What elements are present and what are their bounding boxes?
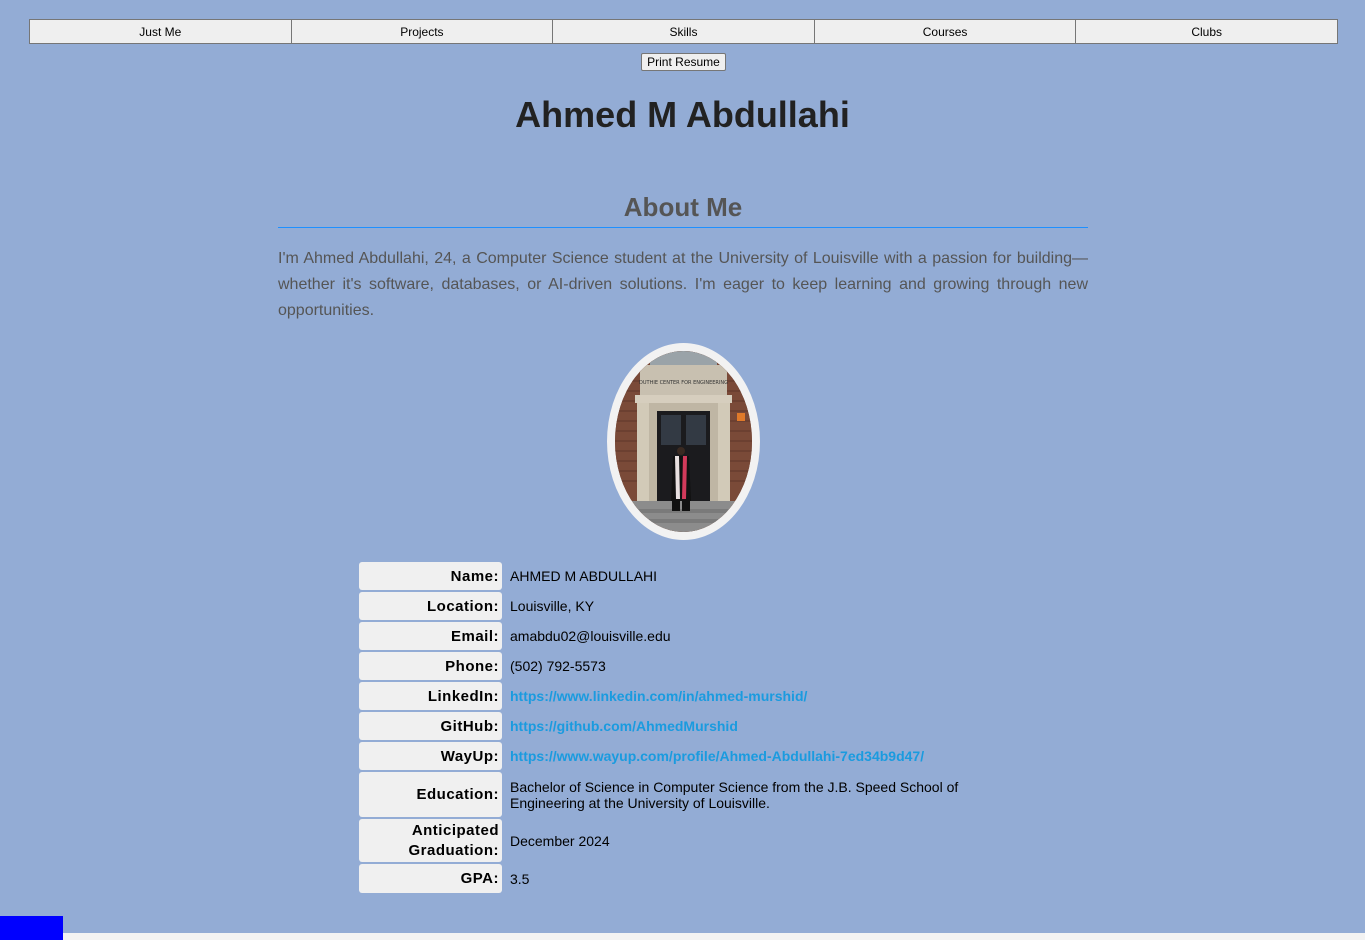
nav-button-projects[interactable]: Projects [291, 19, 554, 44]
info-label: LinkedIn: [359, 682, 502, 710]
profile-info-table: Name: AHMED M ABDULLAHI Location: Louisv… [359, 562, 999, 895]
info-value: Louisville, KY [510, 598, 595, 614]
info-row-location: Location: Louisville, KY [359, 592, 999, 620]
bottom-bar [63, 933, 1365, 940]
info-value: 3.5 [510, 870, 530, 887]
info-label: Phone: [359, 652, 502, 680]
info-row-gpa: GPA: 3.5 [359, 864, 999, 893]
wayup-link[interactable]: https://www.wayup.com/profile/Ahmed-Abdu… [510, 748, 924, 764]
corner-block [0, 916, 63, 940]
info-label: GitHub: [359, 712, 502, 740]
profile-photo: DUTHIE CENTER FOR ENGINEERING [607, 343, 760, 540]
nav-button-skills[interactable]: Skills [553, 19, 815, 44]
info-label: GPA: [359, 864, 502, 893]
info-value: AHMED M ABDULLAHI [510, 568, 658, 584]
info-row-linkedin: LinkedIn: https://www.linkedin.com/in/ah… [359, 682, 999, 710]
info-label-line: Graduation: [408, 841, 499, 859]
nav-button-just-me[interactable]: Just Me [29, 19, 292, 44]
info-row-github: GitHub: https://github.com/AhmedMurshid [359, 712, 999, 740]
info-row-email: Email: amabdu02@louisville.edu [359, 622, 999, 650]
info-label: Education: [359, 772, 502, 817]
about-paragraph: I'm Ahmed Abdullahi, 24, a Computer Scie… [278, 250, 1088, 319]
info-value: https://www.linkedin.com/in/ahmed-murshi… [510, 682, 999, 710]
page-title: Ahmed M Abdullahi [515, 94, 850, 135]
info-label: Email: [359, 622, 502, 650]
info-value: https://www.wayup.com/profile/Ahmed-Abdu… [510, 742, 999, 770]
top-nav: Just Me Projects Skills Courses Clubs [29, 19, 1338, 44]
info-value: December 2024 [510, 832, 610, 849]
nav-button-clubs[interactable]: Clubs [1076, 19, 1338, 44]
info-label: WayUp: [359, 742, 502, 770]
info-row-phone: Phone: (502) 792-5573 [359, 652, 999, 680]
info-row-name: Name: AHMED M ABDULLAHI [359, 562, 999, 590]
building-sign-text: DUTHIE CENTER FOR ENGINEERING [639, 380, 728, 386]
info-value: https://github.com/AhmedMurshid [510, 712, 999, 740]
info-label-line: Anticipated [411, 821, 499, 839]
info-row-graduation: Anticipated Graduation: December 2024 [359, 819, 999, 862]
info-value: (502) 792-5573 [510, 658, 606, 674]
github-link[interactable]: https://github.com/AhmedMurshid [510, 718, 738, 734]
about-heading: About Me [278, 192, 1088, 228]
nav-button-courses[interactable]: Courses [814, 19, 1077, 44]
linkedin-link[interactable]: https://www.linkedin.com/in/ahmed-murshi… [510, 688, 807, 704]
info-value: Bachelor of Science in Computer Science … [510, 778, 959, 811]
info-label: Anticipated Graduation: [359, 819, 502, 862]
info-label: Name: [359, 562, 502, 590]
info-row-wayup: WayUp: https://www.wayup.com/profile/Ahm… [359, 742, 999, 770]
print-resume-button[interactable]: Print Resume [641, 53, 726, 71]
info-value: amabdu02@louisville.edu [510, 628, 671, 644]
info-row-education: Education: Bachelor of Science in Comput… [359, 772, 999, 817]
info-label: Location: [359, 592, 502, 620]
